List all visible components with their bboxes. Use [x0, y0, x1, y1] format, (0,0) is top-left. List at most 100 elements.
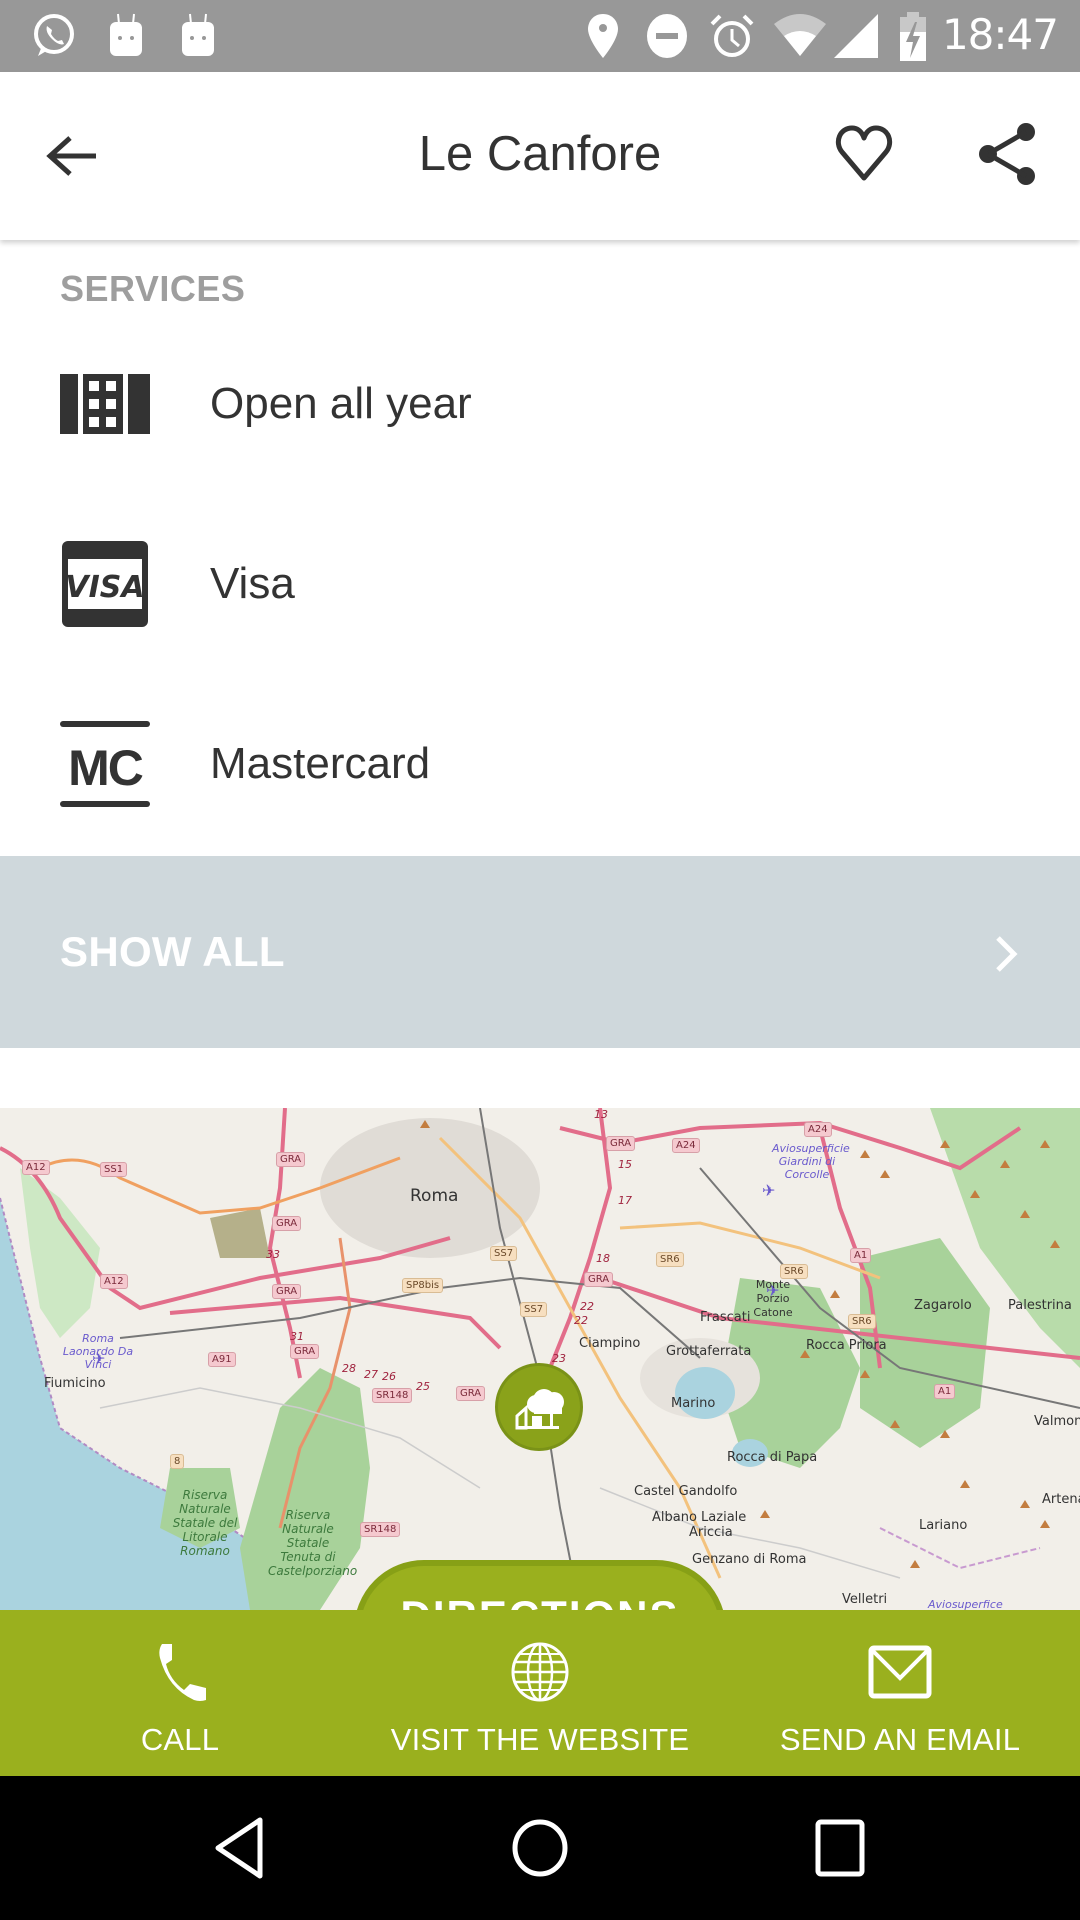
map-place: Albano Laziale — [652, 1510, 747, 1525]
battery-charging-icon — [900, 12, 926, 61]
map-place: Fiumicino — [44, 1376, 106, 1391]
contact-action-bar: CALL VISIT THE WEBSITE SEND AN EMAIL — [0, 1610, 1080, 1776]
send-email-label: SEND AN EMAIL — [779, 1722, 1021, 1757]
map-airport: Aviosuperficie Giardini di Corcolle — [772, 1142, 850, 1181]
map-place: Valmontone — [1034, 1414, 1080, 1429]
visa-card-icon: VISA — [62, 541, 148, 627]
status-time: 18:47 — [941, 10, 1059, 59]
km-marker: 17 — [618, 1194, 632, 1207]
service-label: Visa — [210, 559, 295, 608]
system-nav-bar — [0, 1776, 1080, 1920]
do-not-disturb-icon — [647, 14, 687, 58]
road-shield: GRA — [456, 1386, 486, 1401]
road-shield: GRA — [584, 1272, 614, 1287]
road-shield: SR148 — [372, 1388, 413, 1403]
road-shield: SR6 — [656, 1252, 684, 1267]
location-icon — [588, 14, 618, 58]
km-marker: 18 — [596, 1252, 610, 1265]
svg-text:MC: MC — [68, 740, 143, 796]
service-label: Open all year — [210, 379, 472, 428]
road-shield: A91 — [208, 1352, 236, 1367]
nav-recents-icon[interactable] — [808, 1816, 872, 1880]
km-marker: 28 — [342, 1362, 356, 1375]
share-icon[interactable] — [976, 120, 1040, 188]
km-marker: 22 — [574, 1314, 588, 1327]
map-place: Grottaferrata — [666, 1344, 752, 1359]
call-button[interactable]: CALL — [0, 1610, 360, 1776]
road-shield: SS7 — [490, 1246, 518, 1261]
map-place: Castel Gandolfo — [634, 1484, 738, 1499]
map-place: Ariccia — [689, 1525, 733, 1540]
nav-home-icon[interactable] — [508, 1816, 572, 1880]
road-shield: SR148 — [360, 1522, 401, 1537]
km-marker: 26 — [382, 1370, 396, 1383]
road-shield: GRA — [606, 1136, 636, 1151]
heart-outline-icon[interactable] — [832, 122, 896, 186]
map-place: Zagarolo — [914, 1298, 972, 1313]
km-marker: 23 — [552, 1352, 566, 1365]
map-airport: Aviosuperfice — [928, 1598, 1003, 1610]
road-shield: A24 — [672, 1138, 700, 1153]
road-shield: 8 — [170, 1454, 185, 1469]
road-shield: A24 — [804, 1122, 832, 1137]
map-place: Ciampino — [579, 1336, 641, 1351]
service-item-open-all-year: Open all year — [0, 314, 1080, 494]
svg-text:✈: ✈ — [762, 1183, 775, 1200]
alarm-icon — [710, 14, 754, 57]
road-shield: SR6 — [780, 1264, 808, 1279]
road-shield: SR6 — [848, 1314, 876, 1329]
calendar-building-icon — [60, 374, 150, 434]
map-tiles: ✈ ✈ ✈ — [0, 1108, 1080, 1610]
map-place: Rocca Priora — [806, 1338, 887, 1353]
map-marker[interactable] — [495, 1363, 583, 1451]
map-place: Velletri — [842, 1592, 888, 1607]
show-all-label: SHOW ALL — [60, 928, 285, 975]
road-shield: SS1 — [100, 1162, 128, 1177]
android-icon — [110, 13, 142, 56]
visit-website-button[interactable]: VISIT THE WEBSITE — [360, 1610, 720, 1776]
service-item-visa: VISA Visa — [0, 494, 1080, 674]
road-shield: A12 — [22, 1160, 50, 1175]
map-reserve: Riserva Naturale Statale Tenuta di Caste… — [268, 1508, 358, 1578]
km-marker: 15 — [618, 1158, 632, 1171]
page-title: Le Canfore — [418, 127, 662, 181]
map-place: Marino — [671, 1396, 716, 1411]
map-place: Artena — [1042, 1492, 1080, 1507]
house-tree-icon — [515, 1389, 564, 1430]
chevron-right-icon — [996, 936, 1018, 972]
road-shield: SS7 — [520, 1302, 548, 1317]
road-shield: A1 — [934, 1384, 956, 1399]
map-place: Lariano — [919, 1518, 968, 1533]
road-shield: SP8bis — [402, 1278, 444, 1293]
road-shield: GRA — [290, 1344, 320, 1359]
mail-icon — [868, 1645, 932, 1699]
road-shield: A1 — [850, 1248, 872, 1263]
km-marker: 22 — [580, 1300, 594, 1313]
app-bar: Le Canfore — [0, 72, 1080, 240]
road-shield: GRA — [272, 1216, 302, 1231]
whatsapp-icon — [34, 14, 74, 56]
send-email-button[interactable]: SEND AN EMAIL — [720, 1610, 1080, 1776]
map-view[interactable]: ✈ ✈ ✈ Roma Fiumicino Ciampino Frascati M… — [0, 1108, 1080, 1610]
services-section-label: SERVICES — [60, 268, 246, 309]
globe-icon — [511, 1642, 569, 1702]
svg-text:VISA: VISA — [65, 570, 144, 605]
map-place: Palestrina — [1008, 1298, 1072, 1313]
visit-website-label: VISIT THE WEBSITE — [390, 1722, 690, 1757]
map-place-roma: Roma — [410, 1186, 459, 1206]
map-reserve: Riserva Naturale Statale del Litorale Ro… — [172, 1488, 238, 1558]
nav-back-icon[interactable] — [208, 1816, 272, 1880]
road-shield: GRA — [272, 1284, 302, 1299]
service-item-mastercard: MC Mastercard — [0, 674, 1080, 854]
show-all-button[interactable]: SHOW ALL — [0, 856, 1080, 1048]
km-marker: 31 — [290, 1330, 304, 1343]
road-shield: A12 — [100, 1274, 128, 1289]
signal-icon — [834, 14, 878, 58]
road-shield: GRA — [276, 1152, 306, 1167]
km-marker: 13 — [594, 1108, 608, 1121]
map-airport: Roma Laonardo Da Vinci — [62, 1332, 134, 1371]
call-label: CALL — [140, 1722, 220, 1757]
km-marker: 27 — [364, 1368, 378, 1381]
android-icon — [182, 13, 214, 56]
km-marker: 25 — [416, 1380, 430, 1393]
